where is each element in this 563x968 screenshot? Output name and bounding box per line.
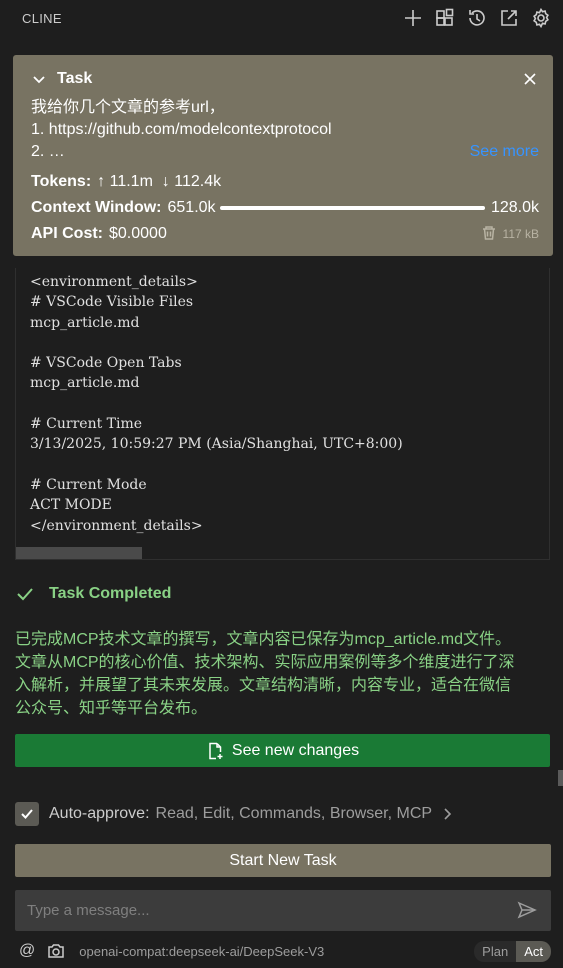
act-mode-button[interactable]: Act [516, 940, 551, 962]
camera-icon[interactable] [47, 942, 65, 960]
env-line: mcp_article.md [30, 375, 140, 392]
tokens-down-value: 112.4k [174, 173, 222, 190]
horizontal-scrollbar[interactable] [16, 547, 142, 559]
task-completed-header: Task Completed [15, 584, 171, 604]
auto-approve-checkbox[interactable] [15, 802, 39, 826]
close-icon[interactable] [521, 70, 539, 88]
result-line: 入解析，并展望了其未来发展。文章结构清晰，内容专业，适合在微信 [15, 677, 512, 694]
file-diff-icon [209, 742, 223, 759]
task-line: 我给你几个文章的参考url， [31, 99, 225, 116]
header-actions [401, 6, 553, 30]
arrow-up-icon: ↑ [97, 173, 106, 190]
task-card: Task 我给你几个文章的参考url， 1. https://github.co… [13, 55, 553, 256]
env-line: </environment_details> [30, 517, 203, 534]
checkmark-icon [21, 809, 33, 819]
result-line: 文章从MCP的核心价值、技术架构、实际应用案例等多个维度进行了深 [15, 654, 515, 671]
task-line: 1. https://github.com/modelcontextprotoc… [31, 121, 332, 138]
context-window-label: Context Window: [31, 199, 162, 216]
new-task-icon[interactable] [401, 6, 425, 30]
tokens-row: Tokens: ↑ 11.1m ↓ 112.4k [31, 169, 539, 195]
plan-mode-button[interactable]: Plan [474, 941, 516, 962]
context-max-value: 128.0k [490, 199, 539, 216]
message-input[interactable] [27, 902, 517, 919]
message-input-container [15, 890, 551, 931]
chevron-right-icon[interactable] [442, 807, 454, 821]
see-more-link[interactable]: See more [470, 141, 539, 163]
completion-result-text: 已完成MCP技术文章的撰写，文章内容已保存为mcp_article.md文件。 … [15, 628, 550, 720]
send-icon[interactable] [517, 900, 539, 922]
environment-details-block: <environment_details> # VSCode Visible F… [15, 268, 550, 560]
task-label: Task [57, 70, 93, 87]
auto-approve-row[interactable]: Auto-approve: Read, Edit, Commands, Brow… [15, 802, 550, 826]
env-line [30, 333, 535, 353]
vertical-scrollbar[interactable] [558, 770, 563, 786]
env-line: <environment_details> [30, 274, 198, 290]
env-line [30, 394, 535, 414]
env-line [30, 455, 535, 475]
context-window-row: Context Window: 651.0k 128.0k [31, 195, 539, 221]
tokens-label: Tokens: [31, 173, 92, 190]
api-cost-label: API Cost: [31, 225, 103, 242]
see-new-changes-label: See new changes [231, 741, 360, 759]
arrow-down-icon: ↓ [161, 173, 170, 190]
auto-approve-value: Read, Edit, Commands, Browser, MCP [155, 805, 433, 822]
model-selector[interactable]: openai-compat:deepseek-ai/DeepSeek-V3 [79, 944, 324, 959]
task-description: 我给你几个文章的参考url， 1. https://github.com/mod… [31, 97, 539, 163]
context-used-value: 651.0k [167, 199, 216, 216]
env-line: 3/13/2025, 10:59:27 PM (Asia/Shanghai, U… [30, 436, 403, 453]
task-size: 117 kB [481, 225, 539, 244]
mode-toggle[interactable]: Plan Act [474, 940, 551, 962]
check-icon [17, 588, 33, 601]
task-header[interactable]: Task [31, 67, 539, 91]
see-new-changes-button[interactable]: See new changes [15, 734, 550, 767]
result-line: 已完成MCP技术文章的撰写，文章内容已保存为mcp_article.md文件。 [15, 631, 512, 648]
task-size-value: 117 kB [502, 227, 539, 241]
env-line: # Current Mode [30, 476, 147, 493]
task-stats: Tokens: ↑ 11.1m ↓ 112.4k Context Window:… [31, 169, 539, 247]
api-cost-value: $0.0000 [109, 225, 167, 242]
trash-icon[interactable] [481, 225, 497, 244]
result-line: 公众号、知乎等平台发布。 [15, 700, 208, 717]
env-line: ACT MODE [30, 497, 112, 514]
tokens-up-value: 11.1m [109, 173, 153, 190]
mention-button[interactable]: @ [19, 942, 35, 960]
env-line: # VSCode Open Tabs [30, 355, 182, 372]
auto-approve-label: Auto-approve: [49, 805, 150, 822]
app-title: CLINE [22, 10, 62, 26]
task-line: 2. … [31, 143, 65, 160]
mcp-servers-icon[interactable] [433, 6, 457, 30]
start-new-task-button[interactable]: Start New Task [15, 844, 551, 877]
env-line: # Current Time [30, 416, 143, 433]
settings-gear-icon[interactable] [529, 6, 553, 30]
footer-bar: @ openai-compat:deepseek-ai/DeepSeek-V3 … [19, 940, 551, 962]
history-icon[interactable] [465, 6, 489, 30]
chevron-down-icon[interactable] [31, 71, 47, 87]
env-line: # VSCode Visible Files [30, 294, 194, 311]
task-completed-title: Task Completed [49, 585, 172, 602]
open-external-icon[interactable] [497, 6, 521, 30]
env-line: mcp_article.md [30, 314, 140, 331]
context-progress-bar [219, 206, 485, 210]
top-bar: CLINE [0, 0, 563, 36]
api-cost-row: API Cost: $0.0000 117 kB [31, 221, 539, 247]
